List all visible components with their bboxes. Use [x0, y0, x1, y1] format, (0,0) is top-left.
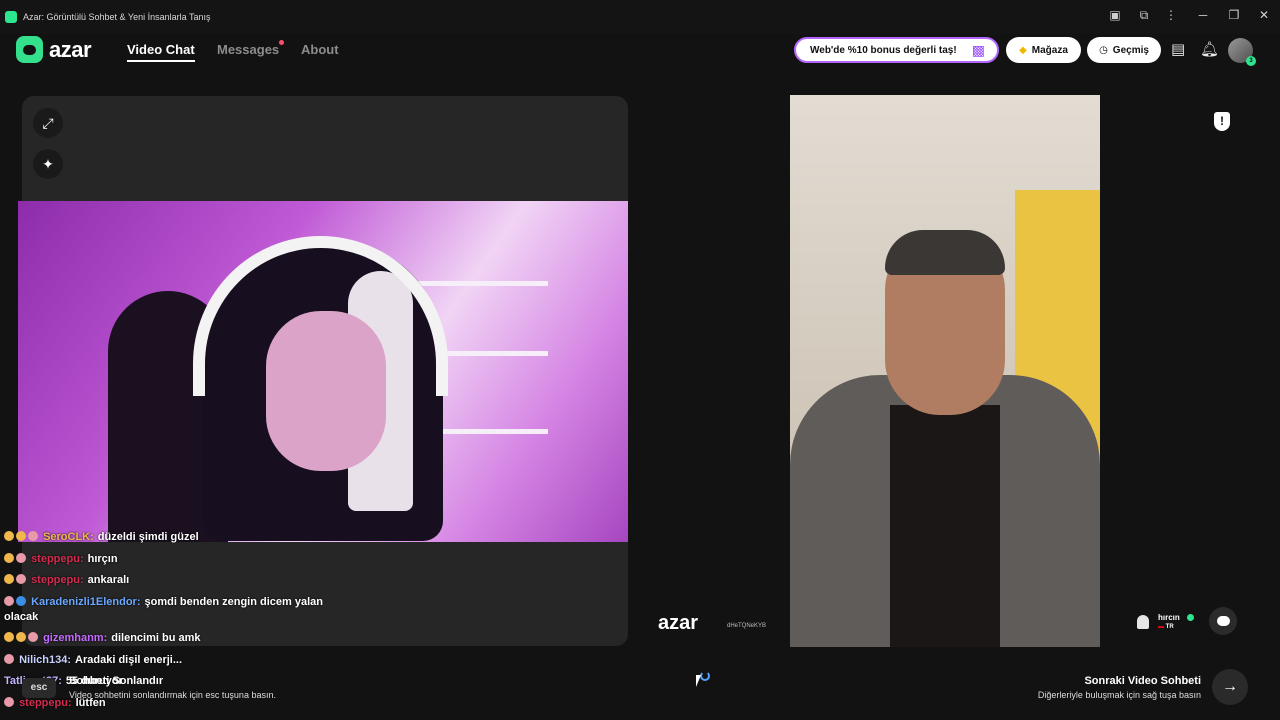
history-button[interactable]: ◷ Geçmiş — [1087, 37, 1161, 63]
self-video-feed — [18, 201, 628, 542]
chat-line-continued: olacak — [4, 611, 38, 623]
azar-favicon-icon — [5, 11, 17, 23]
chat-username: SeroCLK: — [43, 531, 94, 543]
azar-watermark: azar — [658, 612, 699, 634]
gem-icon: ◆ — [1019, 44, 1027, 56]
avatar-icon — [16, 574, 26, 584]
logo-text: azar — [49, 36, 92, 62]
headset — [193, 236, 448, 396]
shelf — [408, 281, 548, 286]
chat-text: düzeldi şimdi güzel — [97, 531, 199, 543]
badge-icon — [4, 574, 14, 584]
next-chat-subtitle: Diğerleriyle buluşmak için sağ tuşa bası… — [1037, 690, 1201, 700]
avatar-icon — [16, 553, 26, 563]
chat-username: Nilich134: — [19, 654, 72, 666]
chat-username: steppepu: — [31, 553, 84, 565]
chat-username: Karadenizli1Elendor: — [31, 596, 141, 608]
chat-line: SeroCLK: düzeldi şimdi güzel — [4, 531, 199, 543]
extension-icon[interactable]: ⧉ — [1135, 8, 1153, 23]
magic-wand-icon[interactable]: ✦ — [33, 149, 63, 179]
next-arrow-button[interactable]: → — [1212, 669, 1248, 705]
bell-icon[interactable]: 🔔︎ — [1200, 40, 1219, 58]
more-menu-icon[interactable]: ⋮ — [1162, 8, 1180, 22]
cube-icon — [16, 596, 26, 606]
camera-icon[interactable]: ▣ — [1106, 8, 1124, 22]
window-title: Azar: Görüntülü Sohbet & Yeni İnsanlarla… — [23, 12, 211, 22]
avatar-icon — [28, 632, 38, 642]
stranger-video-feed — [790, 95, 1100, 647]
chat-text: dilencimi bu amk — [111, 632, 201, 644]
badge-icon — [4, 553, 14, 563]
promo-label: Web'de %10 bonus değerli taş! — [810, 44, 957, 56]
report-shield-icon[interactable]: ! — [1214, 112, 1230, 131]
avatar-icon — [4, 654, 14, 664]
chat-username: gizemhanm: — [43, 632, 108, 644]
end-chat-title[interactable]: Sohbeti Sonlandır — [69, 675, 163, 687]
azar-logo-icon — [16, 36, 43, 63]
tab-messages-label: Messages — [217, 42, 280, 57]
tab-messages[interactable]: Messages — [217, 40, 285, 57]
loading-spinner-icon — [700, 671, 710, 681]
person-hair — [885, 230, 1005, 275]
restore-button[interactable]: ❐ — [1225, 8, 1243, 22]
avatar-icon — [4, 697, 14, 707]
end-chat-subtitle: Video sohbetini sonlandırmak için esc tu… — [69, 690, 276, 700]
chat-text: hırçın — [87, 553, 118, 565]
badge-icon — [16, 632, 26, 642]
history-label: Geçmiş — [1112, 44, 1149, 56]
next-chat-title[interactable]: Sonraki Video Sohbeti — [1020, 675, 1201, 687]
chat-username: steppepu: — [31, 574, 84, 586]
minimize-button[interactable]: ─ — [1194, 8, 1212, 22]
archive-icon[interactable]: ▤ — [1171, 40, 1185, 58]
crown-icon — [4, 531, 14, 541]
esc-key-hint[interactable]: esc — [22, 678, 56, 698]
peer-name: hırcın — [1158, 613, 1180, 622]
avatar-icon — [4, 596, 14, 606]
chat-text: ankaralı — [87, 574, 130, 586]
tab-about[interactable]: About — [301, 42, 339, 57]
chat-line: gizemhanm: dilencimi bu amk — [4, 632, 201, 644]
avatar-icon — [28, 531, 38, 541]
watermark-id: dHeTQNeKYB — [727, 623, 767, 629]
tab-video-chat[interactable]: Video Chat — [127, 42, 195, 62]
chat-line: Nilich134: Aradaki dişil enerji... — [4, 654, 182, 666]
azar-logo[interactable]: azar — [16, 36, 92, 63]
peer-country-code: TR — [1165, 624, 1174, 630]
chat-line: Karadenizli1Elendor: şomdi benden zengin … — [4, 596, 323, 608]
crown-icon — [4, 632, 14, 642]
avatar-badge: 3 — [1246, 56, 1256, 66]
close-button[interactable]: ✕ — [1255, 8, 1273, 22]
window-titlebar: Azar: Görüntülü Sohbet & Yeni İnsanlarla… — [0, 0, 1280, 34]
shop-button[interactable]: ◆ Mağaza — [1006, 37, 1081, 63]
gift-icon: ▩ — [971, 42, 985, 58]
avatar[interactable]: 3 — [1228, 38, 1256, 66]
chat-bubble-button[interactable] — [1209, 607, 1237, 635]
chat-text: şomdi benden zengin dicem yalan — [144, 596, 323, 608]
notification-dot — [279, 40, 285, 45]
chat-text: Aradaki dişil enerji... — [75, 654, 183, 666]
chat-username: steppepu: — [19, 697, 72, 709]
expand-icon[interactable]: ⤢ — [33, 108, 63, 138]
promo-button[interactable]: Web'de %10 bonus değerli taş! ▩ — [794, 37, 999, 63]
top-nav: azar Video Chat Messages About Web'de %1… — [0, 34, 1280, 74]
person-icon — [1137, 615, 1149, 629]
verified-icon — [1187, 614, 1194, 621]
chat-text: olacak — [4, 611, 39, 623]
chat-line: steppepu: ankaralı — [4, 574, 129, 586]
badge-icon — [16, 531, 26, 541]
chat-line: steppepu: hırçın — [4, 553, 118, 565]
chat-bubble-icon — [1216, 616, 1230, 626]
peer-country: ▬ TR — [1158, 624, 1174, 630]
person-shirt — [890, 405, 1000, 647]
mouse-cursor-icon — [696, 675, 701, 687]
shop-label: Mağaza — [1031, 44, 1068, 56]
clock-icon: ◷ — [1099, 44, 1108, 56]
